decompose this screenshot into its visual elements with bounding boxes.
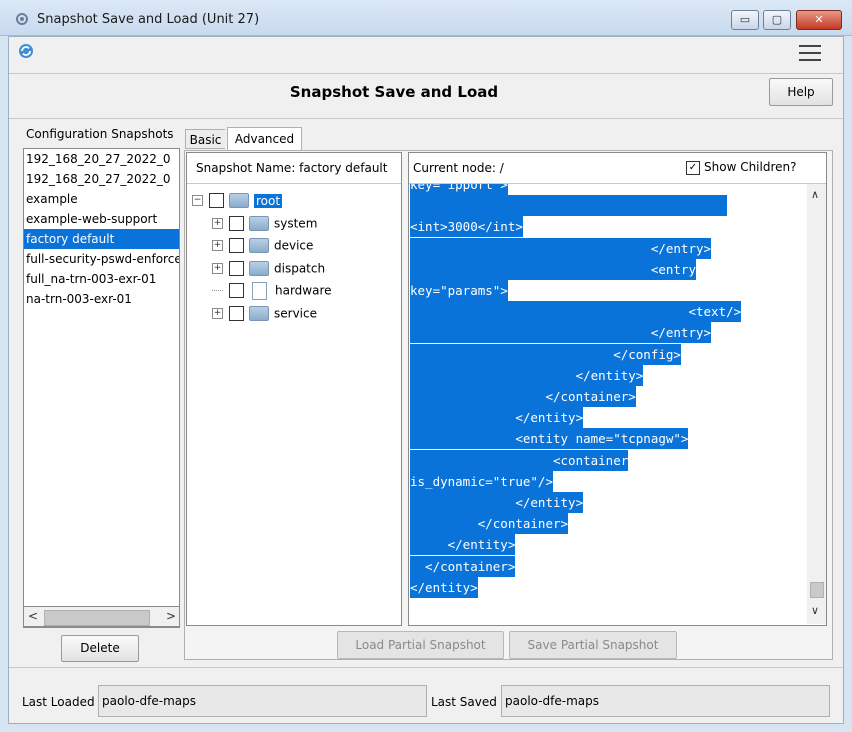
xml-line: <entity name="tcpnagw"> [410, 428, 689, 450]
list-item-selected[interactable]: factory default [24, 229, 179, 249]
xml-line: </entity> [410, 576, 478, 598]
help-button[interactable]: Help [769, 78, 833, 106]
xml-line: key="ipport"> [410, 184, 508, 195]
xml-line: </container> [410, 513, 569, 535]
last-saved-field: paolo-dfe-maps [501, 685, 830, 717]
scroll-thumb[interactable] [44, 610, 150, 626]
refresh-icon[interactable] [17, 42, 35, 60]
xml-line: <text/> [410, 301, 742, 323]
divider [9, 667, 843, 668]
scroll-left-icon[interactable]: < [28, 609, 38, 623]
tree-connector [212, 290, 223, 291]
checkbox[interactable] [229, 261, 244, 276]
xml-line: </container> [410, 555, 516, 577]
page-title: Snapshot Save and Load [289, 83, 499, 101]
folder-icon [249, 261, 269, 276]
xml-line: </entity> [410, 492, 584, 513]
folder-icon [249, 306, 269, 321]
list-item[interactable]: full-security-pswd-enforce [24, 249, 179, 269]
show-children-checkbox[interactable]: ✓ Show Children? [686, 160, 797, 175]
xml-line: </entity> [410, 534, 516, 556]
collapse-icon[interactable]: − [192, 195, 203, 206]
xml-line: <int>3000</int> [410, 216, 523, 238]
horizontal-scrollbar[interactable]: < > [23, 606, 180, 627]
expand-icon[interactable]: + [212, 308, 223, 319]
save-partial-snapshot-button[interactable]: Save Partial Snapshot [509, 631, 677, 659]
divider [9, 73, 843, 74]
app-icon [15, 12, 29, 26]
folder-icon [249, 238, 269, 253]
file-icon [252, 281, 267, 300]
last-loaded-label: Last Loaded [22, 695, 95, 709]
xml-line: is_dynamic="true"/> [410, 470, 553, 492]
expand-icon[interactable]: + [212, 240, 223, 251]
scroll-right-icon[interactable]: > [166, 609, 176, 623]
tree-node-dispatch[interactable]: + dispatch [212, 257, 325, 279]
tab-advanced[interactable]: Advanced [227, 127, 302, 151]
snapshot-list[interactable]: 192_168_20_27_2022_0 192_168_20_27_2022_… [23, 148, 180, 628]
xml-line: </config> [410, 343, 681, 365]
list-item[interactable]: full_na-trn-003-exr-01 [24, 269, 179, 289]
title-bar: Snapshot Save and Load (Unit 27) ▭ ▢ ✕ [0, 0, 852, 36]
checkbox[interactable] [229, 306, 244, 321]
checkbox[interactable] [229, 216, 244, 231]
window-client: Snapshot Save and Load Help Configuratio… [8, 36, 844, 724]
xml-text-view[interactable]: key="ipport"> <int>3000</int> </entry> <e… [410, 184, 807, 604]
check-icon[interactable]: ✓ [686, 160, 700, 175]
list-item[interactable]: na-trn-003-exr-01 [24, 289, 179, 309]
tree-node-service[interactable]: + service [212, 302, 317, 324]
list-item[interactable]: 192_168_20_27_2022_0 [24, 149, 179, 169]
xml-line: <container [410, 449, 629, 471]
scroll-up-icon[interactable]: ∧ [811, 188, 819, 201]
maximize-button[interactable]: ▢ [763, 10, 791, 30]
divider [187, 183, 401, 184]
expand-icon[interactable]: + [212, 218, 223, 229]
xml-line: </entry> [410, 322, 712, 344]
window-title: Snapshot Save and Load (Unit 27) [37, 12, 260, 27]
snapshots-heading: Configuration Snapshots [26, 127, 174, 141]
tree-node-system[interactable]: + system [212, 212, 317, 234]
list-item[interactable]: 192_168_20_27_2022_0 [24, 169, 179, 189]
xml-line: </container> [410, 386, 636, 407]
list-item[interactable]: example-web-support [24, 209, 179, 229]
scroll-down-icon[interactable]: ∨ [811, 604, 819, 617]
divider [9, 118, 843, 119]
folder-icon [229, 193, 249, 208]
checkbox[interactable] [229, 283, 244, 298]
tree-node-root[interactable]: − root [192, 189, 283, 211]
hamburger-menu-icon[interactable] [799, 45, 821, 62]
folder-icon [249, 216, 269, 231]
last-saved-label: Last Saved [431, 695, 497, 709]
list-item[interactable]: example [24, 189, 179, 209]
current-node-label: Current node: / [413, 161, 504, 175]
last-loaded-field: paolo-dfe-maps [98, 685, 427, 717]
expand-icon[interactable]: + [212, 263, 223, 274]
xml-line: </entity> [410, 364, 644, 386]
checkbox[interactable] [209, 193, 224, 208]
toolbar [9, 37, 843, 73]
minimize-button[interactable]: ▭ [731, 10, 759, 30]
xml-line: <entry [410, 258, 696, 280]
xml-line: key="params"> [410, 280, 508, 301]
tree-heading: Snapshot Name: factory default [196, 161, 388, 175]
tab-basic[interactable]: Basic [185, 129, 225, 149]
close-button[interactable]: ✕ [796, 10, 842, 30]
vertical-scrollbar[interactable]: ∧ ∨ [807, 184, 826, 624]
scroll-thumb[interactable] [810, 582, 824, 598]
load-partial-snapshot-button[interactable]: Load Partial Snapshot [337, 631, 504, 659]
tree-node-hardware[interactable]: hardware [212, 279, 332, 301]
checkbox[interactable] [229, 238, 244, 253]
delete-button[interactable]: Delete [61, 635, 139, 662]
tree-node-device[interactable]: + device [212, 234, 313, 256]
xml-line: </entity> [410, 407, 584, 429]
xml-line: </entry> [410, 237, 712, 259]
xml-line [410, 195, 727, 217]
